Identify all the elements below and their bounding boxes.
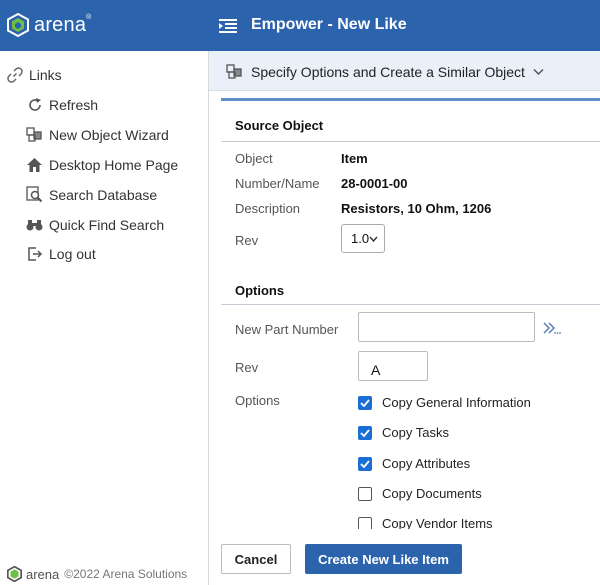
create-new-like-item-button[interactable]: Create New Like Item <box>305 544 462 574</box>
section-divider <box>221 304 600 305</box>
sidebar-item-refresh[interactable]: Refresh <box>26 96 98 113</box>
object-label: Object <box>235 151 273 166</box>
object-value: Item <box>341 151 368 166</box>
copy-general-information-checkbox[interactable]: Copy General Information <box>358 395 531 410</box>
sidebar-item-quick-find-search[interactable]: Quick Find Search <box>26 216 164 233</box>
copyright: ©2022 Arena Solutions <box>64 567 188 581</box>
checkbox-unchecked-icon[interactable] <box>358 486 372 501</box>
top-header: arena® Empower - New Like <box>0 0 600 51</box>
options-menu-toggle[interactable]: Specify Options and Create a Similar Obj… <box>226 63 544 80</box>
copy-documents-checkbox[interactable]: Copy Documents <box>358 486 482 501</box>
new-rev-input[interactable] <box>358 351 428 381</box>
new-like-form: Source Object Object Item Number/Name 28… <box>221 98 600 529</box>
description-value: Resistors, 10 Ohm, 1206 <box>341 201 492 216</box>
source-rev-label: Rev <box>235 233 259 248</box>
options-subheader: Specify Options and Create a Similar Obj… <box>209 51 600 91</box>
action-bar: Cancel Create New Like Item <box>209 536 600 585</box>
sidebar-item-desktop-home-page[interactable]: Desktop Home Page <box>26 156 178 173</box>
sidebar-footer: arena ©2022 Arena Solutions <box>7 566 187 582</box>
binoculars-icon <box>26 216 43 233</box>
new-part-number-label: New Part Number <box>235 322 339 337</box>
chevron-down-icon <box>533 68 544 75</box>
cancel-button[interactable]: Cancel <box>221 544 291 574</box>
sidebar-item-new-object-wizard[interactable]: New Object Wizard <box>26 126 169 143</box>
home-icon <box>26 156 43 173</box>
menu-collapse-icon[interactable] <box>219 18 237 34</box>
sidebar: Links Refresh New Object Wizard Desktop … <box>0 51 209 585</box>
options-heading: Options <box>235 283 285 298</box>
checkbox-checked-icon[interactable] <box>358 395 372 410</box>
logo-text: arena® <box>34 13 92 36</box>
logout-icon <box>26 245 43 262</box>
search-database-icon <box>26 186 43 203</box>
description-label: Description <box>235 201 301 216</box>
sidebar-item-log-out[interactable]: Log out <box>26 245 96 262</box>
sidebar-item-search-database[interactable]: Search Database <box>26 186 157 203</box>
new-rev-label: Rev <box>235 360 259 375</box>
copy-attributes-checkbox[interactable]: Copy Attributes <box>358 456 470 471</box>
arena-logo[interactable]: arena® <box>7 13 92 37</box>
page-title: Empower - New Like <box>251 16 407 33</box>
checkbox-checked-icon[interactable] <box>358 456 372 471</box>
checkbox-checked-icon[interactable] <box>358 425 372 440</box>
source-rev-select[interactable]: 1.0 <box>341 224 385 253</box>
copy-vendor-items-checkbox[interactable]: Copy Vendor Items <box>358 516 493 529</box>
new-part-number-input[interactable] <box>358 312 535 342</box>
copy-tasks-checkbox[interactable]: Copy Tasks <box>358 425 449 440</box>
checkbox-unchecked-icon[interactable] <box>358 516 372 529</box>
cubes-icon <box>26 126 43 143</box>
sidebar-links-heading: Links <box>7 67 62 83</box>
link-icon <box>7 67 23 83</box>
source-object-heading: Source Object <box>235 118 324 133</box>
cubes-icon <box>226 64 242 79</box>
number-name-value: 28-0001-00 <box>341 176 408 191</box>
arena-footer-logo-icon <box>7 566 22 582</box>
refresh-icon <box>26 96 43 113</box>
autofill-number-icon[interactable] <box>543 321 561 335</box>
arena-logo-icon <box>7 13 29 37</box>
chevron-down-icon <box>369 236 378 242</box>
number-name-label: Number/Name <box>235 176 320 191</box>
section-divider <box>221 141 600 142</box>
options-label: Options <box>235 393 280 408</box>
